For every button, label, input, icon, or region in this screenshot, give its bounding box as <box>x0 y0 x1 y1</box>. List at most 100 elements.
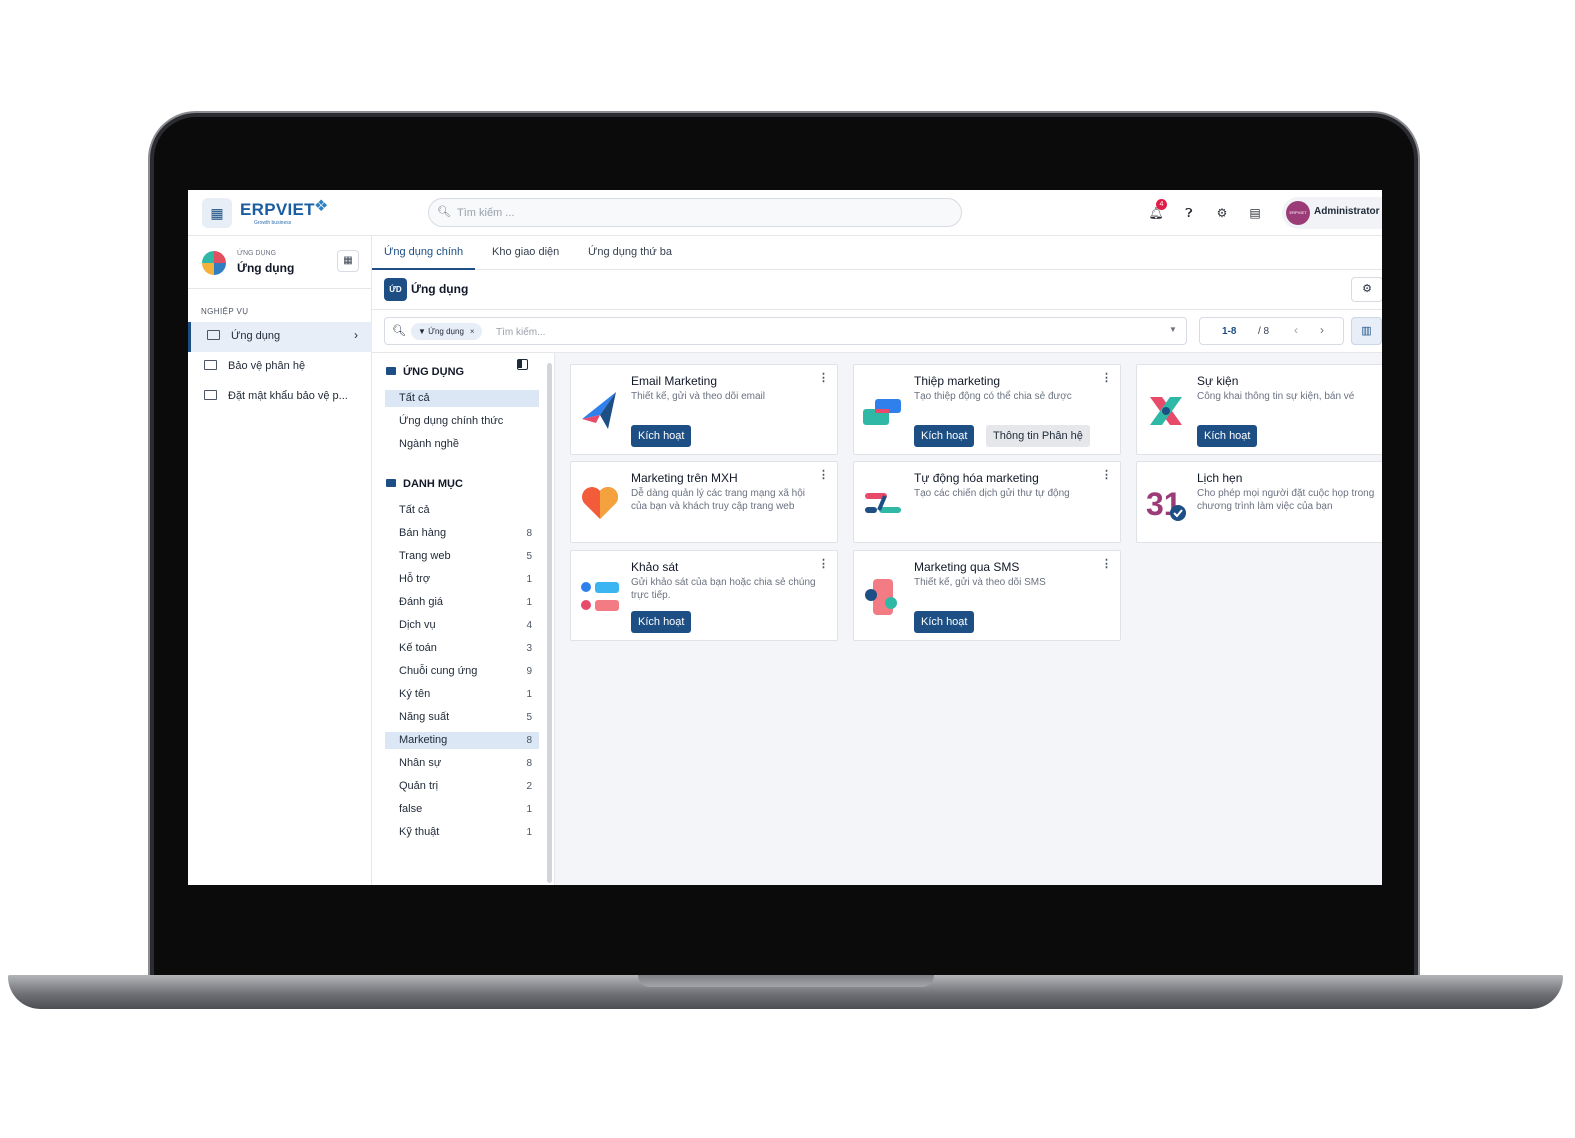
page-title-bar: ỨD Ứng dụng ⚙ <box>372 270 1382 310</box>
activate-button[interactable]: Kích hoạt <box>914 611 975 633</box>
page-settings-button[interactable]: ⚙ <box>1351 277 1382 302</box>
kanban-view-button[interactable]: ▥ <box>1351 317 1382 345</box>
sidebar-section-title: NGHIỆP VỤ <box>201 307 249 316</box>
category-item[interactable]: Hỗ trợ 1 <box>385 571 539 588</box>
global-search-input[interactable] <box>457 204 937 222</box>
app-description: Thiết kế, gửi và theo dõi SMS <box>914 577 1046 588</box>
top-bar: ▦ ERPVIET Growth business ❖ 🔍︎ 🔔︎ 4 ❓︎ ⚙… <box>188 190 1382 236</box>
category-label: Kỹ thuật <box>399 826 440 838</box>
notification-button[interactable]: 🔔︎ 4 <box>1148 199 1167 221</box>
close-icon[interactable]: × <box>470 327 475 336</box>
paper-plane-icon <box>582 392 616 429</box>
app-card-lich-hen[interactable]: 31 Lịch hẹn Cho phép mọi người đặt cuộc … <box>1136 461 1382 543</box>
facet-label: Ứng dụng <box>428 327 464 336</box>
group-title: DANH MỤC <box>403 478 463 490</box>
more-options-icon[interactable]: ⋮ <box>1101 468 1112 481</box>
category-item[interactable]: Đánh giá 1 <box>385 594 539 611</box>
tab-kho-giao-dien[interactable]: Kho giao diện <box>480 236 571 270</box>
app-description: Thiết kế, gửi và theo dõi email <box>631 391 765 402</box>
more-options-icon[interactable]: ⋮ <box>1101 557 1112 570</box>
app-title: Email Marketing <box>631 374 718 388</box>
chevron-down-icon[interactable]: ▼ <box>1169 325 1177 334</box>
search-icon: 🔍︎ <box>392 325 406 337</box>
category-item[interactable]: Kỹ thuật 1 <box>385 824 539 841</box>
app-card-email-marketing[interactable]: Email Marketing Thiết kế, gửi và theo dõ… <box>570 364 838 455</box>
category-item[interactable]: Bán hàng 8 <box>385 525 539 542</box>
help-button[interactable]: ❓︎ <box>1181 205 1197 221</box>
module-logo-icon <box>202 251 226 275</box>
app-card-khao-sat[interactable]: Khảo sát Gửi khảo sát của bạn hoặc chia … <box>570 550 838 641</box>
grid-icon: ▦ <box>343 255 353 266</box>
app-card-tu-dong-hoa-marketing[interactable]: Tự động hóa marketing Tạo các chiến dịch… <box>853 461 1121 543</box>
sidebar-collapse-icon[interactable] <box>517 359 528 370</box>
tab-ung-dung-chinh[interactable]: Ứng dụng chính <box>372 236 476 270</box>
category-item[interactable]: Năng suất 5 <box>385 709 539 726</box>
scrollbar[interactable] <box>547 363 552 883</box>
app-title: Lịch hẹn <box>1197 471 1243 485</box>
search-input[interactable] <box>496 323 1056 341</box>
app-card-su-kien[interactable]: Sự kiện Công khai thông tin sự kiện, bán… <box>1136 364 1382 455</box>
pager-value[interactable]: 1-8 <box>1222 326 1236 337</box>
sidebar-item-ung-dung[interactable]: Ứng dụng › <box>188 322 372 352</box>
user-menu[interactable]: ERPVIET Administrator <box>1282 197 1382 229</box>
chevron-left-icon[interactable]: ‹ <box>1294 323 1298 337</box>
company-button[interactable]: ▤ <box>1247 205 1263 221</box>
more-options-icon[interactable]: ⋮ <box>818 557 829 570</box>
search-panel: 🔍︎ ▼ Ứng dụng × ▼ <box>384 317 1187 345</box>
laptop-notch <box>638 975 934 987</box>
folder-icon <box>204 390 217 400</box>
search-icon: 🔍︎ <box>437 206 451 218</box>
more-options-icon[interactable]: ⋮ <box>818 468 829 481</box>
app-description: Công khai thông tin sự kiện, bán vé <box>1197 391 1355 402</box>
pager-total: / 8 <box>1258 326 1270 337</box>
filter-bar: 🔍︎ ▼ Ứng dụng × ▼ 1-8 / 8 ‹ › ▥ <box>372 310 1382 353</box>
category-count: 8 <box>526 758 532 769</box>
module-switch-button[interactable]: ▦ <box>337 250 359 272</box>
category-item[interactable]: Ứng dụng chính thức <box>385 413 539 430</box>
app-card-marketing-sms[interactable]: Marketing qua SMS Thiết kế, gửi và theo … <box>853 550 1121 641</box>
module-info-button[interactable]: Thông tin Phân hệ <box>986 425 1090 447</box>
more-options-icon[interactable]: ⋮ <box>1101 371 1112 384</box>
category-item[interactable]: false 1 <box>385 801 539 818</box>
category-label: Năng suất <box>399 711 450 723</box>
apps-menu-button[interactable]: ▦ <box>202 198 232 228</box>
tabs-bar: Ứng dụng chính Kho giao diện Ứng dụng th… <box>372 236 1382 270</box>
category-label: Tất cả <box>399 392 430 404</box>
global-search: 🔍︎ <box>428 198 962 227</box>
category-label: Kế toán <box>399 642 437 654</box>
chevron-right-icon[interactable]: › <box>1320 323 1324 337</box>
activate-button[interactable]: Kích hoạt <box>914 425 975 447</box>
activate-button[interactable]: Kích hoạt <box>1197 425 1258 447</box>
category-item[interactable]: Quản trị 2 <box>385 778 539 795</box>
category-item[interactable]: Ngành nghề <box>385 436 539 453</box>
event-ticket-icon <box>1150 397 1182 425</box>
sidebar-item-bao-ve-phan-he[interactable]: Bảo vệ phân hệ <box>188 352 372 382</box>
app-description: Dễ dàng quản lý các trang mạng xã hội củ… <box>631 488 805 512</box>
category-item[interactable]: Marketing 8 <box>385 732 539 749</box>
category-item[interactable]: Ký tên 1 <box>385 686 539 703</box>
category-item[interactable]: Dịch vụ 4 <box>385 617 539 634</box>
category-item[interactable]: Kế toán 3 <box>385 640 539 657</box>
tab-ung-dung-thu-ba[interactable]: Ứng dụng thứ ba <box>576 236 684 270</box>
app-card-thiep-marketing[interactable]: Thiệp marketing Tạo thiệp động có thể ch… <box>853 364 1121 455</box>
category-label: Trang web <box>399 550 451 562</box>
search-facet[interactable]: ▼ Ứng dụng × <box>411 323 482 340</box>
category-item[interactable]: Chuỗi cung ứng 9 <box>385 663 539 680</box>
category-item[interactable]: Nhân sự 8 <box>385 755 539 772</box>
sidebar-item-dat-mat-khau[interactable]: Đặt mật khẩu bảo vệ p... <box>188 382 372 412</box>
brand-tagline: Growth business <box>254 220 292 226</box>
page-title: Ứng dụng <box>411 282 469 296</box>
settings-button[interactable]: ⚙ <box>1214 205 1230 221</box>
category-item[interactable]: Tất cả <box>385 502 539 519</box>
more-options-icon[interactable]: ⋮ <box>818 371 829 384</box>
app-card-marketing-mxh[interactable]: Marketing trên MXH Dễ dàng quản lý các t… <box>570 461 838 543</box>
app-description: Tạo các chiến dịch gửi thư tự động <box>914 488 1070 499</box>
activate-button[interactable]: Kích hoạt <box>631 425 692 447</box>
category-item[interactable]: Tất cả <box>385 390 539 407</box>
category-label: false <box>399 803 423 815</box>
category-item[interactable]: Trang web 5 <box>385 548 539 565</box>
brand-logo[interactable]: ERPVIET Growth business ❖ <box>240 198 328 228</box>
activate-button[interactable]: Kích hoạt <box>631 611 692 633</box>
category-count: 8 <box>526 528 532 539</box>
kanban-icon: ▥ <box>1361 325 1372 337</box>
